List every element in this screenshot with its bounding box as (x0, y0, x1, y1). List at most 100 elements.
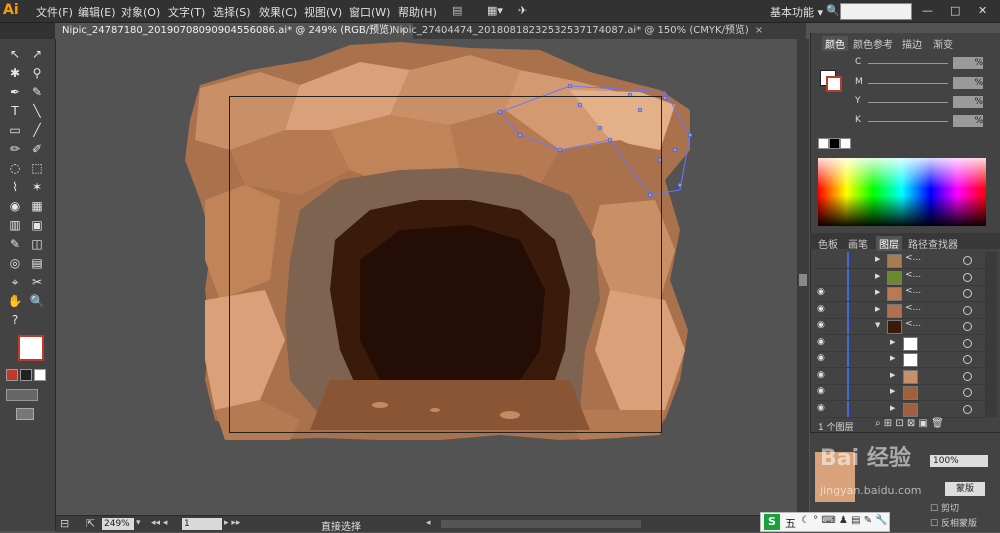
layer-name[interactable]: <... (905, 286, 921, 296)
type-tool-icon[interactable]: T (6, 103, 24, 119)
width-tool-icon[interactable]: ⌇ (6, 179, 24, 195)
make-mask-button[interactable]: 蒙版 (945, 482, 985, 496)
column-graph-icon[interactable]: ▤ (28, 255, 46, 271)
free-transform-icon[interactable]: ✶ (28, 179, 46, 195)
tab-brushes[interactable]: 画笔 (848, 236, 868, 251)
slider-y-value[interactable]: % (953, 96, 983, 108)
slider-c-value[interactable]: % (953, 57, 983, 69)
blend-tool-icon[interactable]: ◫ (28, 236, 46, 252)
layer-name[interactable]: <... (905, 253, 921, 263)
visibility-eye-icon[interactable] (817, 254, 829, 264)
layer-row[interactable]: ◉ ▶ <... (815, 285, 985, 302)
menu-view[interactable]: 视图(V) (304, 4, 342, 20)
eraser-tool-icon[interactable]: ✐ (28, 141, 46, 157)
slider-m[interactable]: M% (855, 77, 990, 89)
layers-scrollbar[interactable] (985, 252, 997, 417)
tab-gradient[interactable]: 渐变 (933, 36, 953, 51)
scale-tool-icon[interactable]: ⬚ (28, 160, 46, 176)
visibility-eye-icon[interactable]: ◉ (817, 320, 829, 330)
expand-triangle-icon[interactable]: ▶ (890, 371, 895, 379)
slider-k[interactable]: K% (855, 115, 990, 127)
symbol-sprayer-icon[interactable]: ◎ (6, 255, 24, 271)
visibility-eye-icon[interactable]: ◉ (817, 353, 829, 363)
layer-row[interactable]: ◉ ▼ <... (815, 318, 985, 335)
tab-color-guide[interactable]: 颜色参考 (853, 36, 893, 51)
none-mode-icon[interactable] (34, 369, 46, 381)
target-circle-icon[interactable] (963, 289, 972, 298)
color-mode-icon[interactable] (20, 369, 32, 381)
slider-c[interactable]: C% (855, 57, 990, 69)
menu-file[interactable]: 文件(F) (36, 4, 73, 20)
none-swatch[interactable] (818, 138, 829, 149)
artboard-tool-icon[interactable]: ⌖ (6, 274, 24, 290)
visibility-eye-icon[interactable]: ◉ (817, 304, 829, 314)
tab-layers[interactable]: 图层 (876, 236, 902, 251)
layer-row[interactable]: ◉ ▶ (815, 384, 985, 401)
help-icon[interactable]: ? (6, 312, 24, 328)
visibility-eye-icon[interactable] (817, 271, 829, 281)
tab-pathfinder[interactable]: 路径查找器 (908, 236, 958, 251)
expand-triangle-icon[interactable]: ▶ (875, 305, 880, 313)
direct-selection-tool-icon[interactable]: ↗ (28, 46, 46, 62)
menu-help[interactable]: 帮助(H) (398, 4, 437, 20)
draw-mode-icon[interactable] (6, 389, 38, 401)
sync-icon[interactable]: ✈ (518, 4, 527, 17)
close-icon[interactable]: ✕ (978, 4, 987, 17)
expand-triangle-icon[interactable]: ▼ (875, 321, 880, 329)
tab-document-1[interactable]: Nipic_24787180_20190708090904556086.ai* … (56, 23, 414, 39)
white-swatch[interactable] (840, 138, 851, 149)
graph-tool-icon[interactable]: ▦ (28, 198, 46, 214)
fill-mode-icon[interactable] (6, 369, 18, 381)
layer-row[interactable]: ◉ ▶ (815, 367, 985, 385)
tab-stroke[interactable]: 描边 (902, 36, 922, 51)
layer-row[interactable]: ◉ ▶ (815, 334, 985, 352)
minimize-icon[interactable]: — (922, 4, 933, 17)
slider-track[interactable] (868, 83, 948, 84)
zoom-tool-icon[interactable]: 🔍 (28, 293, 46, 309)
layer-row[interactable]: ▶ <... (815, 268, 985, 286)
visibility-eye-icon[interactable]: ◉ (817, 337, 829, 347)
visibility-eye-icon[interactable]: ◉ (817, 386, 829, 396)
menu-select[interactable]: 选择(S) (213, 4, 251, 20)
slider-m-value[interactable]: % (953, 77, 983, 89)
layer-row[interactable]: ◉ ▶ (815, 400, 985, 418)
expand-triangle-icon[interactable]: ▶ (875, 255, 880, 263)
chevron-down-icon[interactable]: ▾ (136, 518, 141, 528)
layer-name[interactable]: <... (905, 270, 921, 280)
expand-triangle-icon[interactable]: ▶ (890, 354, 895, 362)
target-circle-icon[interactable] (963, 388, 972, 397)
slice-tool-icon[interactable]: ✂ (28, 274, 46, 290)
rectangle-tool-icon[interactable]: ▭ (6, 122, 24, 138)
line-tool-icon[interactable]: ╲ (28, 103, 46, 119)
selection-tool-icon[interactable]: ↖ (6, 46, 24, 62)
expand-triangle-icon[interactable]: ▶ (890, 338, 895, 346)
tab-color[interactable]: 颜色 (822, 36, 848, 51)
target-circle-icon[interactable] (963, 371, 972, 381)
visibility-eye-icon[interactable]: ◉ (817, 370, 829, 380)
expand-triangle-icon[interactable]: ▶ (890, 387, 895, 395)
eyedropper-tool-icon[interactable]: ✎ (6, 236, 24, 252)
prev-artboard-icon[interactable]: ◂◂ ◂ (151, 518, 167, 528)
horizontal-scrollbar[interactable] (441, 520, 641, 528)
lasso-icon[interactable]: ⚲ (28, 65, 46, 81)
slider-track[interactable] (868, 63, 948, 64)
layer-name[interactable]: <... (905, 319, 921, 329)
tab-swatches[interactable]: 色板 (818, 236, 838, 251)
target-circle-icon[interactable] (963, 322, 972, 331)
search-input[interactable] (840, 3, 912, 20)
canvas-scrollbar-vertical[interactable] (797, 39, 809, 515)
stroke-swatch[interactable] (826, 76, 842, 92)
screen-mode-icon[interactable] (16, 408, 34, 420)
menu-object[interactable]: 对象(O) (121, 4, 160, 20)
rotate-tool-icon[interactable]: ◌ (6, 160, 24, 176)
mesh-tool-icon[interactable]: ▥ (6, 217, 24, 233)
pen-tool-icon[interactable]: ✒ (6, 84, 24, 100)
expand-triangle-icon[interactable]: ▶ (875, 288, 880, 296)
menu-window[interactable]: 窗口(W) (349, 4, 390, 20)
slider-track[interactable] (868, 102, 948, 103)
target-circle-icon[interactable] (963, 305, 972, 315)
workspace-switcher[interactable]: 基本功能 ▾ (770, 4, 823, 20)
magic-wand-icon[interactable]: ✱ (6, 65, 24, 81)
layers-footer-icons[interactable]: ⌕ ⊞ ⊡ ⊠ ▣ 🗑 (875, 418, 944, 429)
ime-icons[interactable]: ☾ ° ⌨ ♟ ▤ ✎ 🔧 (801, 515, 888, 526)
